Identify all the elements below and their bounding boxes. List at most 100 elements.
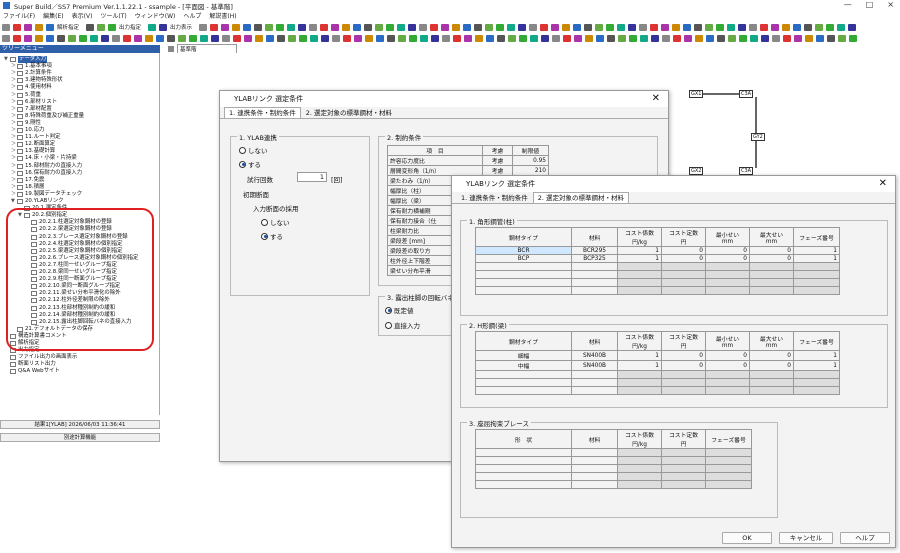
toolbar-tool-icon[interactable] [497, 34, 505, 42]
table-cell[interactable]: 0 [661, 254, 706, 263]
toolbar-tool-icon[interactable] [749, 23, 758, 31]
toolbar-tool-icon[interactable] [398, 34, 406, 42]
toolbar-tool-icon[interactable] [409, 34, 417, 42]
table-cell[interactable]: 1 [793, 350, 840, 361]
dialog2-tab-conditions[interactable]: 1. 連携条件・制約条件 [456, 192, 533, 203]
table-cell[interactable] [475, 278, 572, 287]
table-cell[interactable]: 0 [749, 360, 794, 371]
toolbar-tool-icon[interactable] [2, 23, 10, 31]
toolbar-tool-icon[interactable] [562, 23, 571, 31]
table-cell[interactable]: BCR [475, 246, 572, 255]
ok-button[interactable]: OK [722, 532, 772, 544]
expand-icon[interactable]: ▼ [4, 56, 9, 63]
minimize-button[interactable]: — [844, 0, 852, 9]
table-row[interactable]: BCR BCR295 1 0 0 0 1 [475, 246, 840, 255]
table-cell[interactable] [793, 386, 840, 395]
expand-icon[interactable]: ＞ [11, 163, 16, 170]
table-cell[interactable] [571, 270, 618, 279]
toolbar-tool-icon[interactable] [320, 23, 329, 31]
toolbar-tool-icon[interactable] [805, 34, 813, 42]
trial-count-input[interactable]: 1 [297, 172, 327, 182]
toolbar-tool-icon[interactable] [530, 34, 538, 42]
dialog2-close-icon[interactable]: ✕ [879, 178, 887, 189]
table-cell[interactable] [617, 464, 662, 473]
toolbar-tool-icon[interactable] [596, 34, 604, 42]
toolbar-tool-icon[interactable] [298, 23, 307, 31]
table-cell[interactable] [475, 464, 572, 473]
menu-file[interactable]: ファイル(F) [3, 11, 35, 21]
toolbar-tool-icon[interactable] [13, 23, 21, 31]
expand-icon[interactable]: ＞ [11, 127, 16, 134]
toolbar-tool-icon[interactable] [628, 23, 637, 31]
table-cell[interactable] [661, 480, 706, 489]
toolbar-tool-icon[interactable] [496, 23, 505, 31]
toolbar-tool-icon[interactable] [97, 23, 106, 31]
table-cell[interactable]: 0 [749, 350, 794, 361]
toolbar-tool-icon[interactable] [507, 23, 516, 31]
toolbar-tool-icon[interactable] [827, 34, 835, 42]
table-cell[interactable] [475, 262, 572, 271]
table-cell[interactable] [749, 378, 794, 387]
tree-item[interactable]: ＞ 8.特殊荷重及び補正重量 [11, 113, 84, 120]
table-row[interactable]: BCP BCP325 1 0 0 0 1 [475, 254, 840, 263]
table-cell[interactable] [661, 472, 706, 481]
tree-item[interactable]: ＞ 19.製図データチェック [11, 191, 82, 198]
toolbar-tool-icon[interactable] [189, 34, 197, 42]
toolbar-tool-icon[interactable] [57, 34, 65, 42]
toolbar-tool-icon[interactable] [464, 34, 472, 42]
tree-item[interactable]: ＞ 17.免震 [11, 177, 44, 184]
toolbar-tool-icon[interactable] [277, 34, 285, 42]
toolbar-tool-icon[interactable] [431, 34, 439, 42]
toolbar-tool-icon[interactable] [376, 34, 384, 42]
tree-item[interactable]: ＞ 18.積層 [11, 184, 44, 191]
table-cell[interactable]: 考慮 [482, 155, 513, 166]
table-cell[interactable] [571, 448, 618, 457]
table-cell[interactable] [617, 448, 662, 457]
expand-icon[interactable]: ＞ [11, 84, 16, 91]
toolbar-tool-icon[interactable] [178, 34, 186, 42]
table-cell[interactable]: 1 [793, 360, 840, 371]
toolbar-tool-icon[interactable] [728, 34, 736, 42]
toolbar-tool-icon[interactable] [276, 23, 285, 31]
table-cell[interactable] [705, 278, 750, 287]
table-cell[interactable] [617, 472, 662, 481]
toolbar-tool-icon[interactable] [24, 34, 32, 42]
tree-item[interactable]: ＞ 15.部材耐力の直接入力 [11, 163, 82, 170]
toolbar-tool-icon[interactable] [441, 23, 450, 31]
table-cell[interactable] [705, 286, 750, 295]
toolbar-tool-icon[interactable] [772, 34, 780, 42]
table-row[interactable]: 細幅 SN400B 1 0 0 0 1 [475, 350, 840, 361]
table-cell[interactable] [475, 386, 572, 395]
expand-icon[interactable]: ＞ [11, 148, 16, 155]
table-cell[interactable] [571, 278, 618, 287]
toolbar-tool-icon[interactable] [474, 23, 483, 31]
table-cell[interactable] [617, 262, 662, 271]
toolbar-tool-icon[interactable] [793, 23, 802, 31]
table-cell[interactable] [617, 270, 662, 279]
toolbar-tool-icon[interactable] [584, 23, 593, 31]
table-cell[interactable]: 0 [661, 246, 706, 255]
toolbar-tool-icon[interactable] [108, 23, 117, 31]
tree-item[interactable]: Q&A Webサイト [4, 368, 60, 375]
empty-row[interactable] [475, 262, 840, 271]
empty-row[interactable] [475, 464, 752, 473]
table-cell[interactable]: 中幅 [475, 360, 572, 371]
empty-row[interactable] [475, 370, 840, 379]
table-cell[interactable]: 0 [661, 360, 706, 371]
table-cell[interactable] [571, 472, 618, 481]
table-cell[interactable] [617, 386, 662, 395]
table-cell[interactable] [705, 456, 752, 465]
table-cell[interactable] [475, 448, 572, 457]
table-cell[interactable] [475, 370, 572, 379]
table-cell[interactable] [617, 370, 662, 379]
empty-row[interactable] [475, 286, 840, 295]
toolbar-tool-icon[interactable] [716, 23, 725, 31]
toolbar-tool-icon[interactable] [618, 34, 626, 42]
ylab-link-on-radio[interactable]: する [239, 159, 261, 169]
toolbar-tool-icon[interactable] [804, 23, 813, 31]
table-cell[interactable] [749, 286, 794, 295]
table-cell[interactable] [617, 278, 662, 287]
table-cell[interactable]: 0 [705, 360, 750, 371]
toolbar-tool-icon[interactable] [463, 23, 472, 31]
expand-icon[interactable]: ＞ [11, 99, 16, 106]
